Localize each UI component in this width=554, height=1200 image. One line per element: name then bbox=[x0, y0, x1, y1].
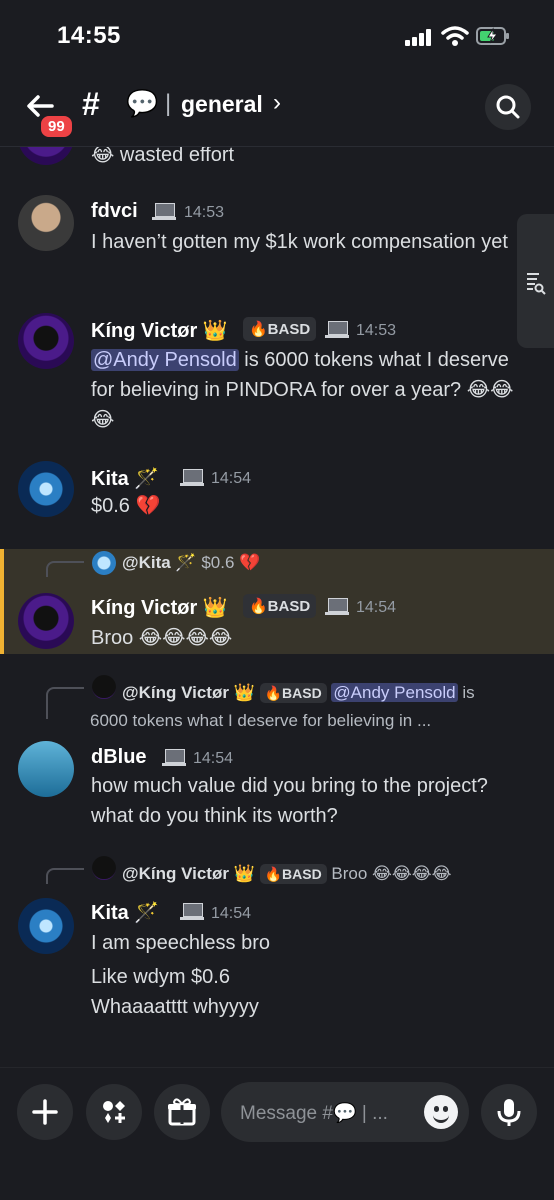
author-name[interactable]: dBlue bbox=[91, 746, 147, 769]
reply-author: @Kíng Victør 👑 bbox=[122, 683, 255, 702]
message-text: 😂 wasted effort bbox=[91, 147, 235, 166]
add-attachment-button[interactable] bbox=[17, 1084, 73, 1140]
reply-author: @Kita 🪄 bbox=[122, 553, 197, 572]
message-text: how much value did you bring to the proj… bbox=[91, 775, 488, 827]
reply-preview[interactable]: @Kíng Victør 👑 🔥BASD @Andy Pensold is bbox=[122, 683, 475, 703]
timestamp: 14:53 bbox=[356, 322, 397, 339]
timestamp: 14:54 bbox=[356, 599, 397, 616]
reply-text-line2: 6000 tokens what I deserve for believing… bbox=[90, 711, 432, 730]
message-text: Broo 😂😂😂😂 bbox=[91, 627, 233, 649]
cellular-signal-icon bbox=[405, 28, 433, 46]
reply-clan-tag: 🔥BASD bbox=[259, 864, 327, 884]
timestamp: 14:53 bbox=[184, 204, 225, 221]
reply-mention: @Andy Pensold bbox=[331, 683, 458, 702]
laptop-icon bbox=[180, 903, 204, 920]
reply-text: $0.6 💔 bbox=[201, 553, 261, 572]
avatar[interactable] bbox=[18, 195, 74, 251]
microphone-icon bbox=[497, 1099, 521, 1126]
wifi-icon bbox=[441, 26, 469, 46]
message-text: I haven’t gotten my $1k work compensatio… bbox=[91, 231, 508, 253]
reply-preview[interactable]: @Kita 🪄 $0.6 💔 bbox=[122, 553, 260, 573]
chevron-right-icon[interactable]: › bbox=[273, 89, 281, 117]
gift-icon bbox=[168, 1098, 196, 1126]
reply-avatar bbox=[92, 675, 116, 699]
channel-emoji: 💬 bbox=[126, 88, 159, 118]
reply-connector bbox=[46, 868, 84, 884]
message-text: @Andy Pensold is 6000 tokens what I dese… bbox=[91, 345, 531, 435]
avatar[interactable] bbox=[18, 313, 74, 369]
laptop-icon bbox=[162, 749, 186, 766]
member-list-tab[interactable] bbox=[517, 214, 554, 348]
clan-tag[interactable]: 🔥BASD bbox=[243, 317, 317, 341]
timestamp: 14:54 bbox=[193, 750, 234, 767]
message-text: $0.6 💔 bbox=[91, 495, 161, 517]
emoji-icon[interactable] bbox=[424, 1095, 458, 1129]
avatar[interactable] bbox=[18, 461, 74, 517]
laptop-icon bbox=[152, 203, 176, 220]
reply-preview[interactable]: @Kíng Victør 👑 🔥BASD Broo 😂😂😂😂 bbox=[122, 864, 452, 884]
timestamp: 14:54 bbox=[211, 905, 252, 922]
voice-message-button[interactable] bbox=[481, 1084, 537, 1140]
laptop-icon bbox=[325, 598, 349, 615]
gift-button[interactable] bbox=[154, 1084, 210, 1140]
reply-connector bbox=[46, 687, 84, 719]
user-mention[interactable]: @Andy Pensold bbox=[91, 349, 239, 371]
author-name[interactable]: Kita 🪄 bbox=[91, 466, 159, 491]
avatar[interactable] bbox=[18, 898, 74, 954]
timestamp: 14:54 bbox=[211, 470, 252, 487]
message-line: Whaaaatttt whyyyy bbox=[91, 996, 259, 1018]
author-name[interactable]: fdvci bbox=[91, 200, 138, 223]
search-button[interactable] bbox=[485, 84, 531, 130]
message-line: Like wdym $0.6 bbox=[91, 966, 230, 988]
message-list[interactable]: 😂 wasted effort fdvci 14:53 I haven’t go… bbox=[0, 147, 554, 1067]
clan-tag[interactable]: 🔥BASD bbox=[243, 594, 317, 618]
laptop-icon bbox=[325, 321, 349, 338]
channel-hash-icon: # bbox=[82, 86, 100, 122]
apps-icon bbox=[103, 1101, 125, 1123]
apps-button[interactable] bbox=[86, 1084, 142, 1140]
author-name[interactable]: Kita 🪄 bbox=[91, 900, 159, 925]
search-icon bbox=[496, 95, 520, 119]
message-composer: Message #💬 | ... bbox=[0, 1067, 554, 1200]
message-placeholder: Message #💬 | ... bbox=[240, 1103, 388, 1124]
channel-header: 99 # 💬 | general › bbox=[0, 76, 554, 147]
members-list-icon bbox=[527, 273, 546, 295]
channel-name[interactable]: general bbox=[181, 91, 263, 118]
unread-badge: 99 bbox=[38, 113, 75, 140]
author-name[interactable]: Kíng Victør 👑 bbox=[91, 318, 228, 343]
message-line: I am speechless bro bbox=[91, 932, 270, 954]
avatar[interactable] bbox=[18, 147, 74, 165]
reply-clan-tag: 🔥BASD bbox=[259, 683, 327, 703]
reply-connector bbox=[46, 561, 84, 577]
avatar[interactable] bbox=[18, 741, 74, 797]
battery-charging-icon bbox=[476, 27, 509, 45]
status-bar: 14:55 bbox=[0, 0, 554, 70]
author-name[interactable]: Kíng Victør 👑 bbox=[91, 595, 228, 620]
status-time: 14:55 bbox=[57, 22, 121, 49]
avatar[interactable] bbox=[18, 593, 74, 649]
laptop-icon bbox=[180, 469, 204, 486]
reply-text: is bbox=[457, 683, 475, 702]
channel-separator: | bbox=[165, 90, 172, 117]
reply-author: @Kíng Victør 👑 bbox=[122, 864, 255, 883]
message-input[interactable]: Message #💬 | ... bbox=[221, 1082, 469, 1142]
reply-avatar bbox=[92, 551, 116, 575]
plus-icon bbox=[32, 1099, 58, 1125]
reply-text: Broo 😂😂😂😂 bbox=[331, 864, 452, 883]
reply-avatar bbox=[92, 856, 116, 880]
